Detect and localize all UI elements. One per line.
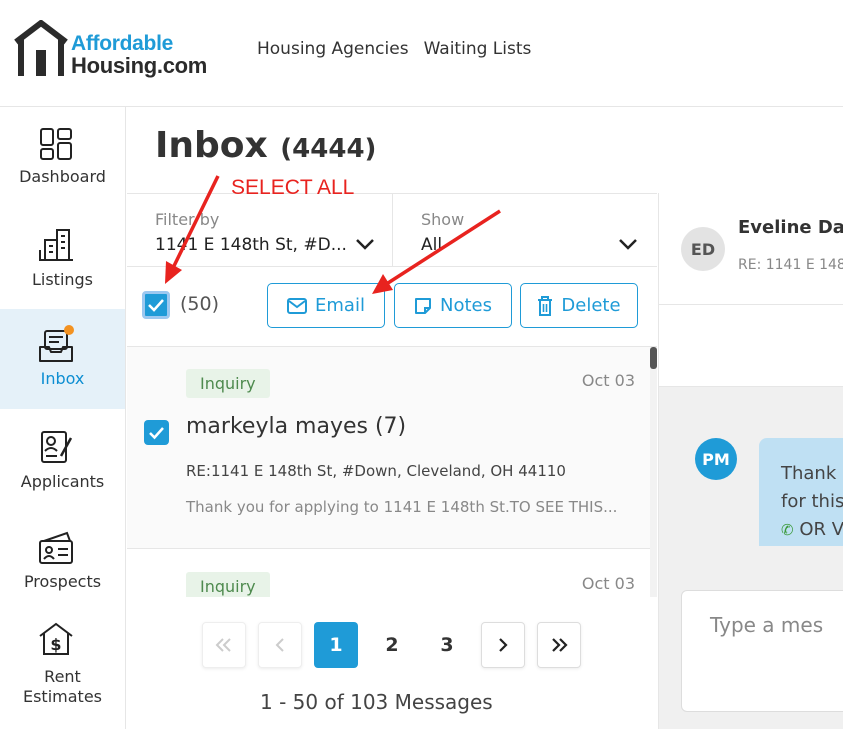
sticky-note-icon <box>415 297 431 314</box>
notes-button[interactable]: Notes <box>394 283 512 328</box>
show-label: Show <box>421 210 465 229</box>
buildings-icon <box>39 229 73 261</box>
svg-text:$: $ <box>50 635 61 654</box>
scrollbar-thumb[interactable] <box>650 347 657 369</box>
pagination-status: 1 - 50 of 103 Messages <box>260 690 493 714</box>
checkmark-icon <box>148 299 164 312</box>
sidebar-label: Applicants <box>20 472 105 491</box>
applicants-icon <box>41 431 73 463</box>
chevron-left-icon <box>275 638 284 652</box>
message-input[interactable]: Type a mes <box>681 590 843 712</box>
nav-housing-agencies[interactable]: Housing Agencies <box>257 39 409 59</box>
message-list: Inquiry Oct 03 markeyla mayes (7) RE:114… <box>127 347 650 597</box>
envelope-icon <box>287 297 308 314</box>
filter-by-label: Filter by <box>155 210 220 229</box>
sidebar-item-dashboard[interactable]: Dashboard <box>0 107 125 207</box>
phone-icon: ✆ <box>781 521 794 539</box>
sidebar-item-rent-estimates[interactable]: $ Rent Estimates <box>0 612 125 729</box>
trash-icon <box>538 295 553 316</box>
inbox-title-text: Inbox <box>155 125 268 166</box>
selected-count: (50) <box>180 293 220 315</box>
chevron-down-icon <box>619 239 637 250</box>
page-title: Inbox (4444) <box>155 125 376 166</box>
select-all-annotation: SELECT ALL <box>231 176 355 199</box>
email-button[interactable]: Email <box>267 283 385 328</box>
email-button-label: Email <box>315 295 365 316</box>
previous-page-button[interactable] <box>258 622 302 668</box>
double-chevron-right-icon <box>552 638 568 652</box>
message-checkbox[interactable] <box>144 420 169 445</box>
conversation-toolbar <box>659 305 843 387</box>
chevron-right-icon <box>499 638 508 652</box>
message-list-scrollbar[interactable] <box>650 347 657 597</box>
message-snippet: Thank you for applying to 1141 E 148th S… <box>186 498 618 516</box>
page-button-3[interactable]: 3 <box>425 622 469 668</box>
filter-by-dropdown[interactable]: Filter by 1141 E 148th St, #D... <box>127 194 392 267</box>
message-date: Oct 03 <box>581 574 635 593</box>
conversation-header: ED Eveline Da RE: 1141 E 148t <box>659 193 843 305</box>
chat-bubble: Thank for this ✆ OR V <box>759 438 843 546</box>
contact-subject: RE: 1141 E 148t <box>738 257 843 273</box>
sidebar-label: Rent Estimates <box>22 667 102 706</box>
sidebar-label: Listings <box>31 270 94 289</box>
select-all-checkbox[interactable] <box>142 291 170 319</box>
bulk-action-row: (50) Email Notes Delete <box>127 267 657 347</box>
avatar: PM <box>695 438 737 480</box>
nav-waiting-lists[interactable]: Waiting Lists <box>424 39 532 59</box>
sender-name: markeyla mayes (7) <box>186 414 407 439</box>
dashboard-icon <box>40 128 72 160</box>
checkmark-icon <box>149 427 164 440</box>
page-button-1[interactable]: 1 <box>314 622 358 668</box>
house-logo-icon <box>14 20 68 76</box>
message-subject: RE:1141 E 148th St, #Down, Cleveland, OH… <box>186 462 566 480</box>
last-page-button[interactable] <box>537 622 581 668</box>
contact-name: Eveline Da <box>738 217 843 238</box>
bubble-line: Thank <box>781 463 837 484</box>
sidebar-label: Dashboard <box>19 167 106 186</box>
top-nav: Housing Agencies Waiting Lists <box>257 39 531 59</box>
list-item[interactable]: Inquiry Oct 03 markeyla mayes (7) RE:114… <box>127 347 650 549</box>
brand-logo[interactable]: Affordable Housing.com <box>12 20 227 80</box>
notification-dot <box>64 325 74 335</box>
page-button-2[interactable]: 2 <box>370 622 414 668</box>
show-dropdown[interactable]: Show All <box>393 194 657 267</box>
conversation-panel: ED Eveline Da RE: 1141 E 148t PM Thank f… <box>658 193 843 729</box>
sidebar-item-prospects[interactable]: Prospects <box>0 511 125 611</box>
inquiry-tag: Inquiry <box>186 572 270 597</box>
sidebar: Dashboard Listings Inbox Applicants Pros… <box>0 107 126 729</box>
show-value: All <box>421 235 443 255</box>
sidebar-item-listings[interactable]: Listings <box>0 208 125 308</box>
house-dollar-icon: $ <box>39 622 73 655</box>
bubble-line: ✆ OR V <box>781 516 843 544</box>
message-date: Oct 03 <box>581 371 635 390</box>
avatar: ED <box>681 227 725 271</box>
first-page-button[interactable] <box>202 622 246 668</box>
bubble-line-text: OR V <box>799 519 843 540</box>
sidebar-label: Prospects <box>23 572 102 591</box>
filter-by-value: 1141 E 148th St, #D... <box>155 235 347 255</box>
notes-button-label: Notes <box>440 295 492 316</box>
bubble-line: for this <box>781 491 843 512</box>
chevron-down-icon <box>356 239 374 250</box>
delete-button[interactable]: Delete <box>520 283 638 328</box>
app-header: Affordable Housing.com Housing Agencies … <box>0 0 843 107</box>
chat-area: PM Thank for this ✆ OR V Type a mes <box>659 387 843 729</box>
delete-button-label: Delete <box>561 295 621 316</box>
filter-bar: Filter by 1141 E 148th St, #D... Show Al… <box>127 193 657 267</box>
double-chevron-left-icon <box>215 638 231 652</box>
sidebar-item-inbox[interactable]: Inbox <box>0 309 125 409</box>
list-item[interactable]: Inquiry Oct 03 <box>127 550 650 597</box>
id-card-icon <box>39 531 73 564</box>
inquiry-tag: Inquiry <box>186 369 270 398</box>
brand-line2: Housing.com <box>71 53 208 78</box>
inbox-count: (4444) <box>280 134 377 164</box>
next-page-button[interactable] <box>481 622 525 668</box>
sidebar-item-applicants[interactable]: Applicants <box>0 410 125 510</box>
sidebar-label: Inbox <box>40 369 85 388</box>
